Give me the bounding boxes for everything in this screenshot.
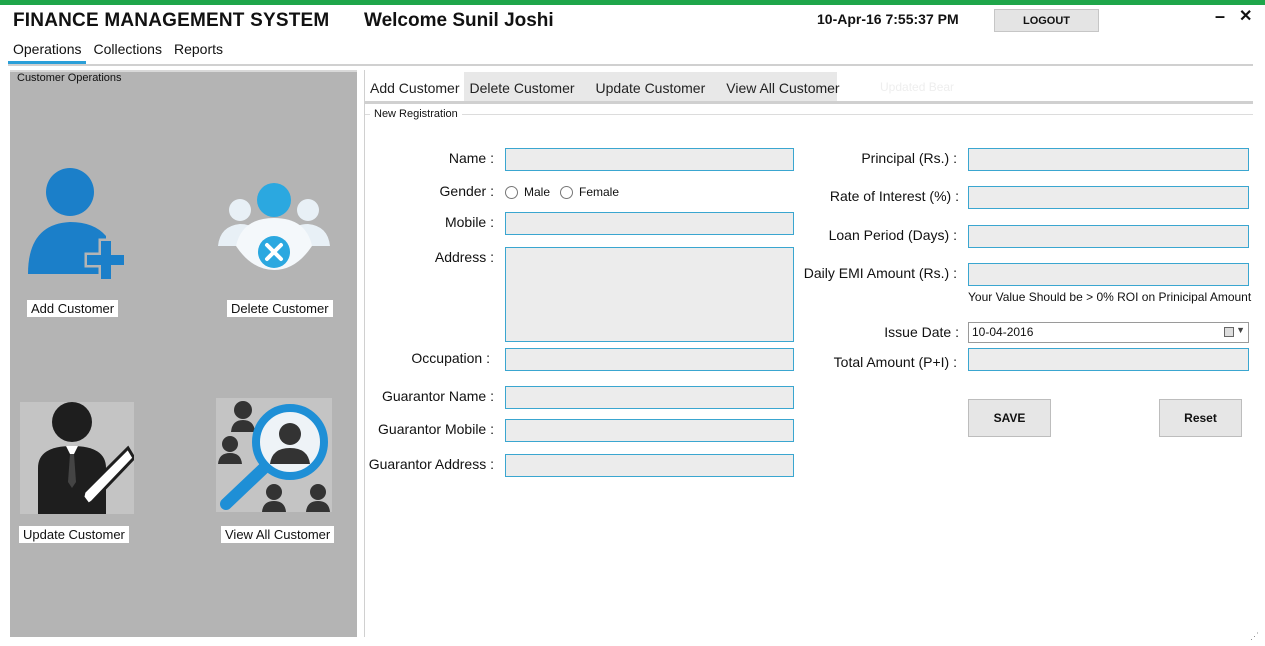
menu-divider — [8, 64, 1253, 66]
male-radio[interactable] — [505, 186, 518, 199]
address-label: Address : — [434, 249, 494, 265]
occupation-field[interactable] — [505, 348, 794, 371]
female-label: Female — [579, 185, 620, 199]
roi-label: Rate of Interest (%) : — [829, 188, 959, 204]
occupation-label: Occupation : — [411, 350, 490, 366]
tabs-underline — [365, 101, 1253, 104]
menu-reports[interactable]: Reports — [169, 40, 228, 64]
window-top-bar — [0, 0, 1265, 5]
reset-button[interactable]: Reset — [1159, 399, 1242, 437]
loan-period-field[interactable] — [968, 225, 1249, 248]
tab-update-customer[interactable]: Update Customer — [591, 72, 722, 104]
roi-hint: Your Value Should be > 0% ROI on Prinici… — [968, 290, 1252, 304]
mobile-field[interactable] — [505, 212, 794, 235]
guarantor-mobile-field[interactable] — [505, 419, 794, 442]
minimize-button[interactable]: – — [1215, 6, 1225, 27]
issue-date-label: Issue Date : — [884, 324, 959, 340]
guarantor-name-label: Guarantor Name : — [381, 388, 494, 404]
gender-label: Gender : — [439, 183, 494, 199]
datetime-display: 10-Apr-16 7:55:37 PM — [817, 11, 959, 27]
update-customer-tile[interactable] — [20, 402, 136, 514]
group-title: New Registration — [370, 108, 462, 120]
female-radio[interactable] — [560, 186, 573, 199]
delete-users-icon — [218, 183, 330, 270]
issue-date-picker[interactable]: 10-04-2016 ▼ — [968, 322, 1249, 343]
view-all-customer-tile[interactable] — [216, 398, 332, 512]
total-amount-label: Total Amount (P+I) : — [833, 354, 957, 370]
principal-field[interactable] — [968, 148, 1249, 171]
welcome-text: Welcome Sunil Joshi — [364, 10, 554, 31]
principal-label: Principal (Rs.) : — [861, 150, 957, 166]
app-title: FINANCE MANAGEMENT SYSTEM — [13, 10, 330, 31]
logout-button[interactable]: LOGOUT — [994, 9, 1099, 32]
calendar-icon — [1224, 327, 1234, 337]
customer-tabs: Add Customer Delete Customer Update Cust… — [365, 72, 840, 104]
delete-customer-label[interactable]: Delete Customer — [227, 300, 333, 317]
daily-emi-label: Daily EMI Amount (Rs.) : — [803, 265, 957, 281]
menu-operations[interactable]: Operations — [8, 40, 87, 64]
search-users-icon — [218, 401, 330, 512]
group-border — [365, 114, 1253, 115]
chevron-down-icon: ▼ — [1236, 325, 1245, 335]
name-field[interactable] — [505, 148, 794, 171]
daily-emi-field[interactable] — [968, 263, 1249, 286]
close-button[interactable]: ✕ — [1239, 6, 1252, 26]
name-label: Name : — [448, 150, 494, 166]
tab-add-customer[interactable]: Add Customer — [365, 72, 465, 104]
panel-title: Customer Operations — [17, 72, 122, 84]
loan-period-label: Loan Period (Days) : — [828, 227, 957, 243]
issue-date-value: 10-04-2016 — [972, 325, 1034, 339]
customer-operations-panel: Customer Operations Add Customer Delete … — [10, 70, 357, 637]
panel-divider — [364, 70, 365, 637]
guarantor-mobile-label: Guarantor Mobile : — [378, 421, 494, 437]
tab-delete-customer[interactable]: Delete Customer — [464, 72, 590, 104]
edit-user-icon — [38, 402, 136, 514]
update-customer-label[interactable]: Update Customer — [19, 526, 129, 543]
tab-view-all-customer[interactable]: View All Customer — [721, 72, 844, 104]
tab-ghost-label: Updated Bear — [880, 80, 955, 94]
mobile-label: Mobile : — [444, 214, 494, 230]
guarantor-address-label: Guarantor Address : — [368, 456, 494, 472]
save-button[interactable]: SAVE — [968, 399, 1051, 437]
resize-grip-icon[interactable]: ⋰ — [1250, 631, 1259, 642]
guarantor-address-field[interactable] — [505, 454, 794, 477]
delete-customer-tile[interactable] — [216, 180, 332, 274]
add-customer-label[interactable]: Add Customer — [27, 300, 119, 317]
main-menu: Operations Collections Reports — [8, 40, 230, 64]
roi-field[interactable] — [968, 186, 1249, 209]
total-amount-field[interactable] — [968, 348, 1249, 371]
view-all-customer-label[interactable]: View All Customer — [221, 526, 335, 543]
add-customer-tile[interactable] — [24, 164, 128, 284]
add-user-icon — [28, 168, 128, 282]
male-label: Male — [524, 185, 551, 199]
menu-collections[interactable]: Collections — [88, 40, 166, 64]
guarantor-name-field[interactable] — [505, 386, 794, 409]
address-field[interactable] — [505, 247, 794, 342]
